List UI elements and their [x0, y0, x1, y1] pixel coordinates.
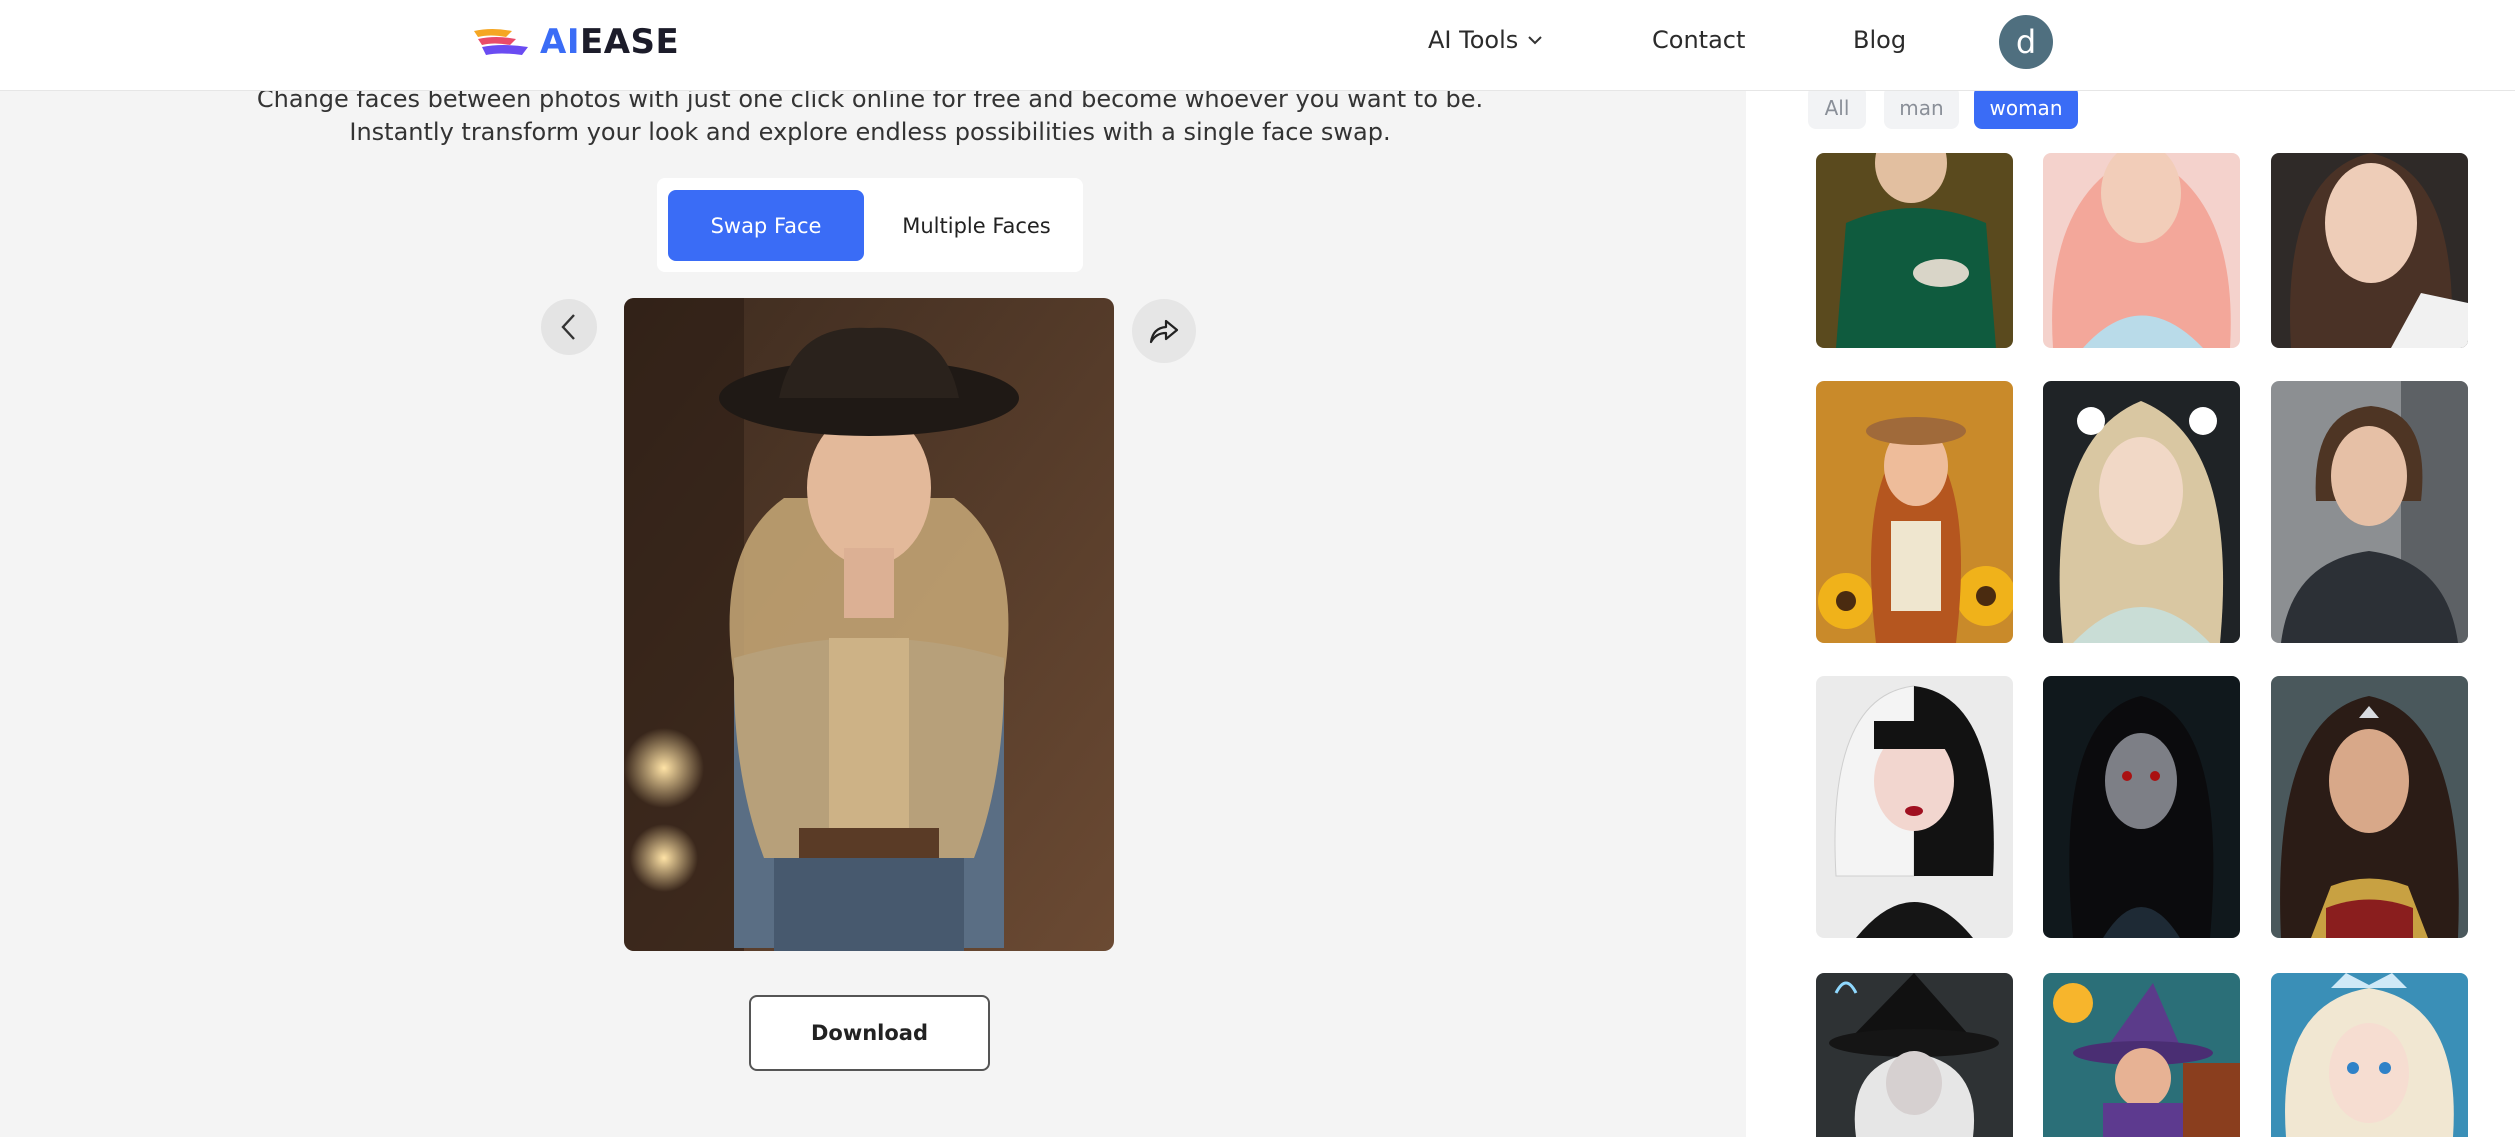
template-thumbnail[interactable]: [2043, 153, 2240, 348]
template-thumbnail[interactable]: [1816, 973, 2013, 1137]
nav-ai-tools[interactable]: AI Tools: [1428, 0, 1544, 80]
nav-contact[interactable]: Contact: [1652, 0, 1745, 80]
filter-woman[interactable]: woman: [1974, 86, 2078, 129]
user-avatar[interactable]: d: [1999, 15, 2053, 69]
chevron-down-icon: [1528, 36, 1542, 45]
template-image: [1816, 153, 2013, 348]
logo-text-ease: EASE: [579, 22, 680, 62]
template-image: [2271, 676, 2468, 938]
top-header: AIEASE AI Tools Contact Blog d: [0, 0, 2515, 91]
template-image: [2271, 153, 2468, 348]
aiease-logo[interactable]: AIEASE: [472, 22, 679, 62]
template-thumbnail[interactable]: [2043, 973, 2240, 1137]
template-image: [2043, 153, 2240, 348]
result-image: [624, 298, 1114, 951]
template-image: [2271, 973, 2468, 1137]
avatar-initial: d: [2015, 23, 2037, 61]
tab-multiple-faces[interactable]: Multiple Faces: [879, 190, 1074, 261]
previous-button[interactable]: [541, 299, 597, 355]
template-thumbnail[interactable]: [2271, 973, 2468, 1137]
logo-mark-icon: [474, 29, 528, 55]
tab-swap-face[interactable]: Swap Face: [668, 190, 864, 261]
share-button[interactable]: [1132, 299, 1196, 363]
template-thumbnail[interactable]: [2043, 381, 2240, 643]
filter-man[interactable]: man: [1884, 86, 1959, 129]
template-image: [2271, 381, 2468, 643]
template-panel: All man woman: [1746, 86, 2515, 1137]
chevron-left-icon: [561, 314, 575, 340]
template-image: [1816, 973, 2013, 1137]
nav-contact-label: Contact: [1652, 26, 1746, 54]
page-subtitle: Change faces between photos with just on…: [256, 85, 1484, 146]
template-thumbnail[interactable]: [2271, 153, 2468, 348]
share-icon: [1149, 319, 1179, 344]
download-button[interactable]: Download: [749, 995, 990, 1071]
template-thumbnail[interactable]: [2271, 381, 2468, 643]
template-thumbnail[interactable]: [2043, 676, 2240, 938]
result-photo: [624, 298, 1114, 951]
template-image: [1816, 676, 2013, 938]
template-image: [1816, 381, 2013, 643]
nav-blog[interactable]: Blog: [1853, 0, 1906, 80]
template-image: [2043, 973, 2240, 1137]
template-thumbnail[interactable]: [2271, 676, 2468, 938]
template-thumbnail[interactable]: [1816, 381, 2013, 643]
logo-text-ai: AI: [540, 22, 580, 62]
nav-blog-label: Blog: [1853, 26, 1907, 54]
template-thumbnail[interactable]: [1816, 676, 2013, 938]
filter-all[interactable]: All: [1808, 86, 1866, 129]
nav-ai-tools-label: AI Tools: [1428, 26, 1519, 54]
template-thumbnail[interactable]: [1816, 153, 2013, 348]
mode-tabs: Swap Face Multiple Faces: [657, 178, 1083, 272]
template-image: [2043, 676, 2240, 938]
template-image: [2043, 381, 2240, 643]
